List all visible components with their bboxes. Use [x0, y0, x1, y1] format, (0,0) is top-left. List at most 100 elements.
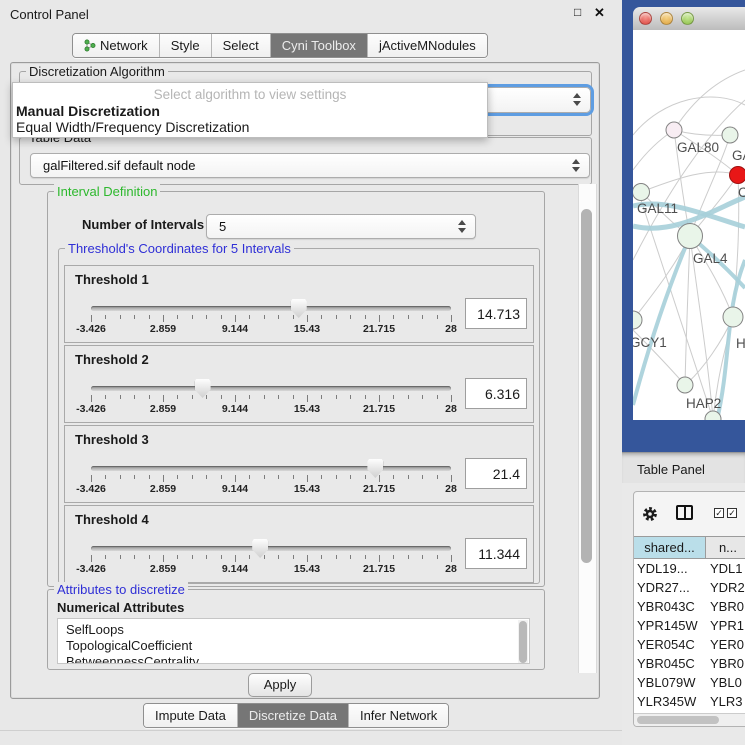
cell[interactable]: YDL19...	[634, 559, 706, 578]
right-column: GAL80 GA C GAL11 GAL4 GCY1 H HAP2 Table …	[622, 0, 745, 745]
cell[interactable]: YBR045C	[634, 654, 706, 673]
tick-label: 2.859	[150, 323, 176, 335]
tick-label: 9.144	[222, 323, 248, 335]
threshold-1-panel: Threshold 1 -3.426 2.859 9.144 15.43 21.…	[64, 265, 534, 343]
cell[interactable]: YDR2	[706, 578, 745, 597]
table-data-combobox[interactable]: galFiltered.sif default node	[30, 153, 590, 178]
tick-label: 15.43	[294, 483, 320, 495]
list-item[interactable]: SelfLoops	[58, 622, 529, 638]
cell[interactable]: YBR0	[706, 654, 745, 673]
tick-label: 28	[445, 403, 457, 415]
slider-track[interactable]	[91, 466, 451, 471]
node-label-gal4: GAL4	[693, 251, 728, 266]
tab-cyni-toolbox[interactable]: Cyni Toolbox	[271, 34, 368, 57]
slider-track[interactable]	[91, 386, 451, 391]
threshold-3-slider[interactable]: -3.426 2.859 9.144 15.43 21.715 28	[91, 426, 451, 502]
table-row[interactable]: YLR345WYLR3	[634, 692, 745, 711]
cell[interactable]: YPR145W	[634, 616, 706, 635]
checkbox-icon[interactable]: ✓	[727, 508, 737, 518]
tick-label: 9.144	[222, 563, 248, 575]
table-row[interactable]: YDL19...YDL1	[634, 559, 745, 578]
panel-scrollbar[interactable]	[578, 184, 597, 673]
table-data-value: galFiltered.sif default node	[43, 158, 195, 173]
tab-impute-data[interactable]: Impute Data	[144, 704, 238, 727]
popup-item-equal-width-frequency[interactable]: Equal Width/Frequency Discretization	[16, 119, 249, 135]
minimize-traffic-light[interactable]	[660, 12, 673, 25]
node-partial-top-right[interactable]	[722, 127, 738, 143]
network-window-titlebar[interactable]	[633, 7, 745, 31]
tab-infer-network[interactable]: Infer Network	[349, 704, 448, 727]
scrollbar-thumb[interactable]	[637, 716, 719, 724]
panel-bottom-divider	[0, 730, 622, 731]
column-header-shared[interactable]: shared...	[634, 537, 706, 558]
zoom-traffic-light[interactable]	[681, 12, 694, 25]
node-selected-red[interactable]	[730, 167, 745, 184]
node-hap2[interactable]	[677, 377, 693, 393]
slider-track[interactable]	[91, 306, 451, 311]
node-gcy1[interactable]	[633, 311, 642, 329]
popup-item-manual-discretization[interactable]: Manual Discretization	[16, 103, 160, 119]
table-row[interactable]: YBR043CYBR0	[634, 597, 745, 616]
cell[interactable]: YBR0	[706, 597, 745, 616]
list-item[interactable]: TopologicalCoefficient	[58, 638, 529, 654]
split-columns-icon[interactable]	[676, 505, 693, 520]
cell[interactable]: YBL0	[706, 673, 745, 692]
cell[interactable]: YER0	[706, 635, 745, 654]
node-gal11[interactable]	[633, 184, 650, 201]
tab-select[interactable]: Select	[212, 34, 271, 57]
threshold-4-value-field[interactable]: 11.344	[465, 538, 527, 569]
gear-icon[interactable]	[641, 505, 659, 523]
list-item[interactable]: BetweennessCentrality	[58, 654, 529, 664]
node-partial-low-right[interactable]	[723, 307, 743, 327]
tab-style[interactable]: Style	[160, 34, 212, 57]
threshold-4-slider[interactable]: -3.426 2.859 9.144 15.43 21.715 28	[91, 506, 451, 582]
list-scrollbar[interactable]	[518, 620, 528, 664]
tick-label: -3.426	[76, 403, 106, 415]
number-of-intervals-combobox[interactable]: 5	[206, 214, 476, 239]
table-row[interactable]: YBR045CYBR0	[634, 654, 745, 673]
cell[interactable]: YDL1	[706, 559, 745, 578]
algorithm-dropdown-popup: Select algorithm to view settings Manual…	[12, 82, 488, 138]
tab-network[interactable]: Network	[73, 34, 160, 57]
scrollbar-thumb[interactable]	[581, 209, 592, 563]
close-panel-icon[interactable]: ✕	[594, 5, 605, 21]
cell[interactable]: YER054C	[634, 635, 706, 654]
cell[interactable]: YBR043C	[634, 597, 706, 616]
node-gal80[interactable]	[666, 122, 682, 138]
threshold-1-value-field[interactable]: 14.713	[465, 298, 527, 329]
threshold-1-slider[interactable]: -3.426 2.859 9.144 15.43 21.715 28	[91, 266, 451, 342]
network-edge	[641, 172, 738, 192]
table-row[interactable]: YPR145WYPR1	[634, 616, 745, 635]
network-window-frame: GAL80 GA C GAL11 GAL4 GCY1 H HAP2	[622, 0, 745, 452]
table-horizontal-scrollbar[interactable]	[634, 713, 745, 726]
table-row[interactable]: YER054CYER0	[634, 635, 745, 654]
table-row[interactable]: YBL079WYBL0	[634, 673, 745, 692]
node-gal4[interactable]	[678, 224, 703, 249]
float-window-icon[interactable]: □	[574, 5, 581, 19]
cell[interactable]: YDR27...	[634, 578, 706, 597]
network-canvas[interactable]: GAL80 GA C GAL11 GAL4 GCY1 H HAP2	[633, 30, 745, 420]
cell[interactable]: YLR345W	[634, 692, 706, 711]
tab-discretize-data[interactable]: Discretize Data	[238, 704, 349, 727]
interval-definition-label: Interval Definition	[54, 184, 160, 199]
tab-jactivemnodules[interactable]: jActiveMNodules	[368, 34, 487, 57]
column-header-name[interactable]: n...	[706, 537, 745, 558]
apply-button[interactable]: Apply	[248, 673, 312, 697]
node-label-hap2: HAP2	[686, 396, 721, 411]
threshold-2-slider[interactable]: -3.426 2.859 9.144 15.43 21.715 28	[91, 346, 451, 422]
checkbox-icon[interactable]: ✓	[714, 508, 724, 518]
tab-cyni-toolbox-label: Cyni Toolbox	[282, 34, 356, 57]
threshold-3-value-field[interactable]: 21.4	[465, 458, 527, 489]
cell[interactable]: YLR3	[706, 692, 745, 711]
cell[interactable]: YPR1	[706, 616, 745, 635]
table-header-row: shared... n...	[634, 536, 745, 559]
table-row[interactable]: YDR27...YDR2	[634, 578, 745, 597]
interval-definition-group: Interval Definition Number of Intervals …	[47, 191, 545, 587]
threshold-2-value-field[interactable]: 6.316	[465, 378, 527, 409]
cell[interactable]: YBL079W	[634, 673, 706, 692]
tick-label: 28	[445, 323, 457, 335]
numerical-attributes-list[interactable]: SelfLoops TopologicalCoefficient Between…	[57, 618, 530, 664]
threshold-4-panel: Threshold 4 -3.426 2.859 9.144 15.43 21.…	[64, 505, 534, 583]
slider-track[interactable]	[91, 546, 451, 551]
close-traffic-light[interactable]	[639, 12, 652, 25]
